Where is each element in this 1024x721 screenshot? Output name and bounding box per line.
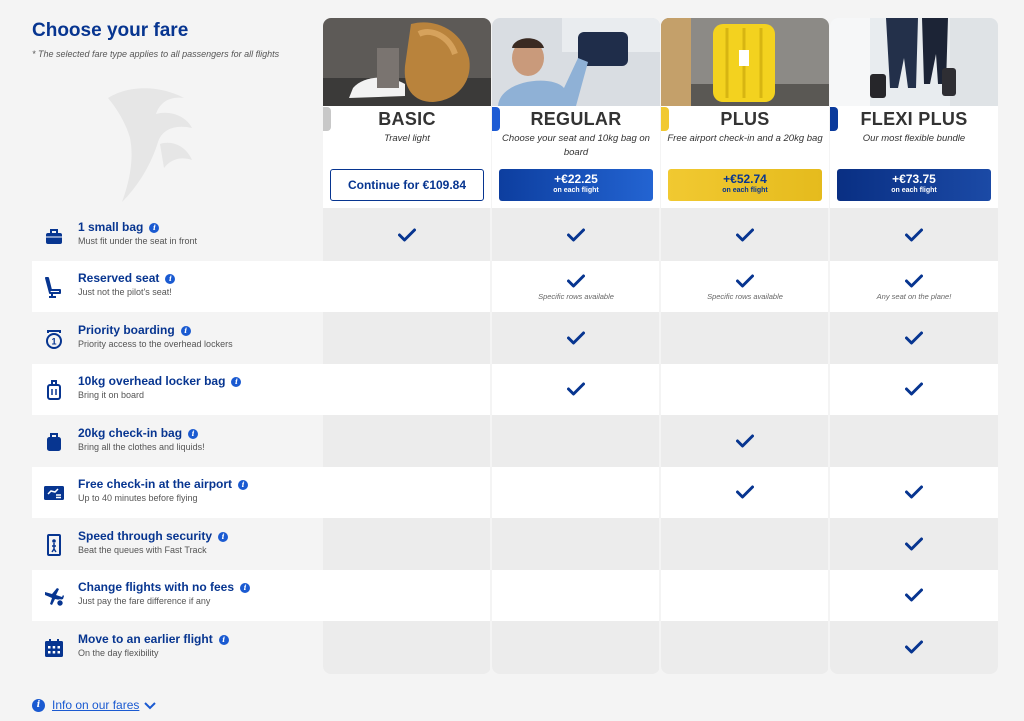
fare-name: PLUS [720, 109, 770, 129]
feature-row-small-bag: 1 small bag i Must fit under the seat in … [32, 210, 322, 261]
info-icon[interactable]: i [218, 532, 229, 542]
fare-column-basic: BASIC Travel light Continue for €109.84 [323, 18, 491, 674]
info-icon[interactable]: i [240, 583, 251, 593]
check-icon [905, 382, 923, 396]
fare-description: Our most flexible bundle [862, 133, 966, 144]
info-icon[interactable]: i [238, 480, 249, 490]
check-icon [905, 274, 923, 288]
fare-column-plus: PLUS Free airport check-in and a 20kg ba… [661, 18, 829, 674]
check-icon [736, 274, 754, 288]
feature-row-reserved-seat: Reserved seat i Just not the pilot's seat… [32, 261, 322, 312]
fare-price-note: on each flight [553, 187, 599, 194]
feature-subtitle: Up to 40 minutes before flying [78, 493, 198, 503]
feature-title: Speed through security i [78, 529, 229, 543]
feature-title: Free check-in at the airport i [78, 477, 249, 491]
check-icon [905, 537, 923, 551]
fare-description: Free airport check-in and a 20kg bag [667, 133, 823, 144]
check-icon [905, 331, 923, 345]
feature-row-fast-track: Speed through security i Beat the queues … [32, 519, 322, 570]
feature-subtitle: On the day flexibility [78, 648, 159, 658]
feature-row-priority-boarding: 1 Priority boarding i Priority access to … [32, 313, 322, 364]
fare-photo-plus [661, 18, 829, 106]
feature-title: 20kg check-in bag i [78, 426, 199, 440]
fare-name: REGULAR [530, 109, 622, 129]
info-icon: i [32, 699, 45, 712]
feature-subtitle: Just pay the fare difference if any [78, 596, 211, 606]
select-flexi-plus-button[interactable]: +€73.75 on each flight [837, 169, 991, 201]
check-icon [398, 228, 416, 242]
check-icon [905, 588, 923, 602]
seat-icon [45, 277, 61, 298]
select-regular-button[interactable]: +€22.25 on each flight [499, 169, 653, 201]
check-icon [905, 640, 923, 654]
feature-row-cabin-bag: 10kg overhead locker bag i Bring it on bo… [32, 364, 322, 415]
fare-price: +€73.75 [892, 172, 936, 186]
fare-price-note: on each flight [722, 187, 768, 194]
chevron-down-icon[interactable] [143, 700, 157, 712]
info-icon[interactable]: i [218, 635, 229, 645]
feature-note: Any seat on the plane! [876, 292, 952, 301]
calendar-icon [45, 639, 63, 657]
feature-row-earlier-flight: Move to an earlier flight i On the day fl… [32, 622, 322, 673]
feature-row-change-flights: Change flights with no fees i Just pay th… [32, 570, 322, 621]
info-icon[interactable]: i [149, 223, 160, 233]
feature-subtitle: Must fit under the seat in front [78, 236, 198, 246]
fare-column-flexi-plus: FLEXI PLUS Our most flexible bundle +€73… [830, 18, 998, 674]
info-icon[interactable]: i [180, 326, 191, 336]
check-icon [736, 485, 754, 499]
priority-icon: 1 [46, 330, 62, 349]
fast-track-icon [47, 534, 61, 556]
continue-basic-button[interactable]: Continue for €109.84 [330, 169, 484, 201]
fare-price: +€52.74 [723, 172, 767, 186]
svg-text:1: 1 [51, 337, 56, 347]
info-icon[interactable]: i [165, 274, 176, 284]
feature-row-airport-check-in: Free check-in at the airport i Up to 40 m… [32, 467, 322, 518]
check-icon [567, 228, 585, 242]
feature-note: Specific rows available [707, 292, 783, 301]
check-icon [567, 274, 585, 288]
page-title: Choose your fare [32, 20, 189, 41]
check-in-icon [44, 486, 64, 500]
fare-photo-basic [323, 18, 491, 106]
feature-title: 10kg overhead locker bag i [78, 374, 242, 388]
check-icon [736, 228, 754, 242]
fare-price-note: on each flight [891, 187, 937, 194]
fare-price: +€22.25 [554, 172, 598, 186]
feature-title: Reserved seat i [78, 271, 176, 285]
feature-title: Priority boarding i [78, 323, 191, 337]
fare-selection-page: Choose your fare * The selected fare typ… [0, 0, 1024, 721]
feature-subtitle: Bring it on board [78, 390, 145, 400]
feature-note: Specific rows available [538, 292, 614, 301]
feature-title: Move to an earlier flight i [78, 632, 229, 646]
info-on-fares-link[interactable]: Info on our fares [52, 698, 139, 712]
feature-subtitle: Beat the queues with Fast Track [78, 545, 207, 555]
info-icon[interactable]: i [231, 377, 242, 387]
cabin-bag-icon [47, 380, 61, 400]
page-subtitle: * The selected fare type applies to all … [32, 49, 280, 59]
feature-subtitle: Bring all the clothes and liquids! [78, 442, 205, 452]
feature-row-checked-bag: 20kg check-in bag i Bring all the clothes… [32, 416, 322, 467]
feature-subtitle: Just not the pilot's seat! [78, 287, 172, 297]
feature-subtitle: Priority access to the overhead lockers [78, 339, 233, 349]
check-icon [567, 331, 585, 345]
fare-name: BASIC [378, 109, 436, 129]
check-icon [567, 382, 585, 396]
small-bag-icon [46, 229, 62, 244]
feature-title: Change flights with no fees i [78, 580, 251, 594]
harp-watermark-icon [108, 88, 192, 202]
plane-change-icon [45, 588, 64, 607]
fare-name: FLEXI PLUS [860, 109, 968, 129]
select-plus-button[interactable]: +€52.74 on each flight [668, 169, 822, 201]
check-icon [905, 228, 923, 242]
check-icon [905, 485, 923, 499]
info-icon[interactable]: i [188, 429, 199, 439]
fare-description: Travel light [384, 133, 430, 144]
fare-photo-regular [492, 18, 660, 106]
check-icon [736, 434, 754, 448]
fare-column-regular: REGULAR Choose your seat and 10kg bag on… [492, 18, 660, 674]
feature-title: 1 small bag i [78, 220, 160, 234]
fare-photo-flexi-plus [830, 18, 998, 106]
fare-description: Choose your seat and 10kg bag on board [502, 133, 650, 158]
checked-bag-icon [47, 433, 61, 451]
